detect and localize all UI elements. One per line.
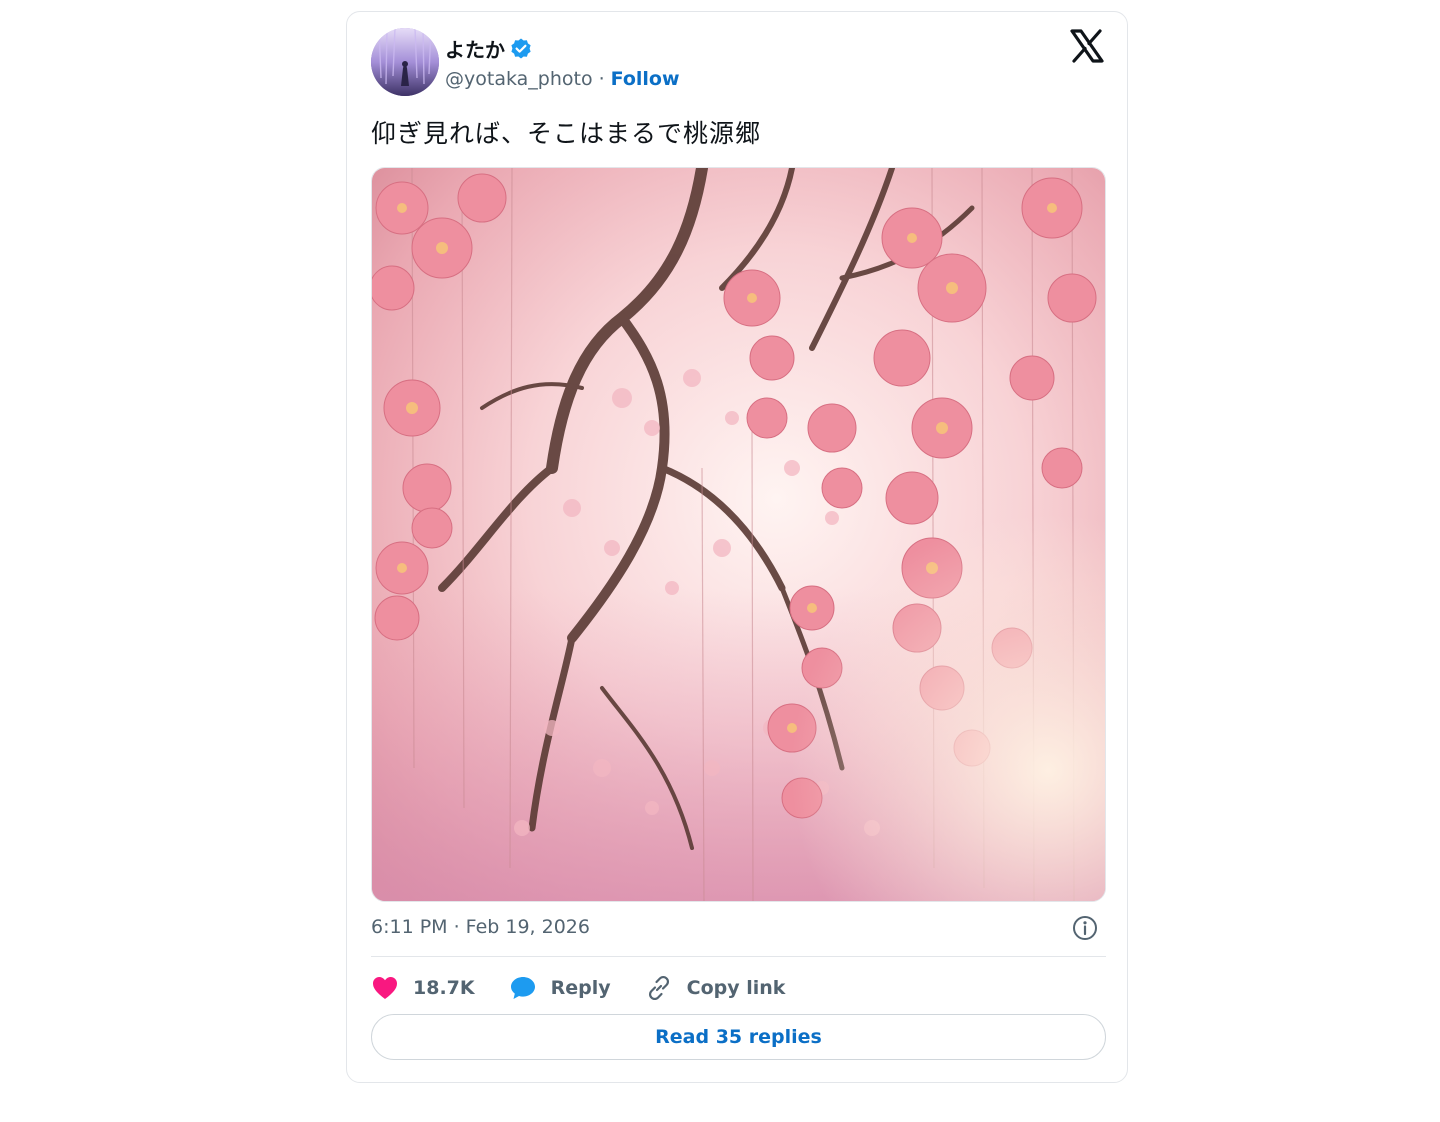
verified-badge-icon — [509, 37, 533, 61]
plum-blossom-photo — [372, 168, 1105, 901]
speech-bubble-icon — [509, 975, 537, 1001]
info-icon[interactable] — [1071, 914, 1099, 942]
heart-icon — [371, 975, 399, 1001]
author-avatar[interactable] — [371, 28, 439, 96]
author-handle-row: @yotaka_photo · Follow — [445, 68, 680, 90]
read-replies-button[interactable]: Read 35 replies — [371, 1014, 1106, 1060]
copy-link-button[interactable]: Copy link — [645, 974, 786, 1002]
like-button[interactable]: 18.7K — [371, 975, 475, 1001]
follow-button[interactable]: Follow — [611, 68, 680, 90]
divider — [371, 956, 1106, 957]
tweet-photo[interactable] — [371, 167, 1106, 902]
avatar-image — [371, 28, 439, 96]
reply-label: Reply — [550, 977, 611, 999]
author-display-name[interactable]: よたか — [445, 34, 505, 63]
author-display-name-row[interactable]: よたか — [445, 34, 533, 63]
tweet-embed-card: よたか @yotaka_photo · Follow 仰ぎ見れば、そこはまるで桃… — [346, 11, 1128, 1083]
tweet-timestamp[interactable]: 6:11 PM · Feb 19, 2026 — [371, 916, 590, 938]
link-icon — [645, 974, 673, 1002]
separator-dot: · — [598, 68, 605, 90]
reply-button[interactable]: Reply — [509, 975, 611, 1001]
x-logo-icon[interactable] — [1069, 28, 1105, 64]
action-bar: 18.7K Reply Copy link — [371, 970, 785, 1006]
tweet-text: 仰ぎ見れば、そこはまるで桃源郷 — [371, 119, 762, 148]
like-count: 18.7K — [413, 977, 475, 999]
author-handle[interactable]: @yotaka_photo — [445, 68, 593, 90]
copy-link-label: Copy link — [686, 977, 786, 999]
